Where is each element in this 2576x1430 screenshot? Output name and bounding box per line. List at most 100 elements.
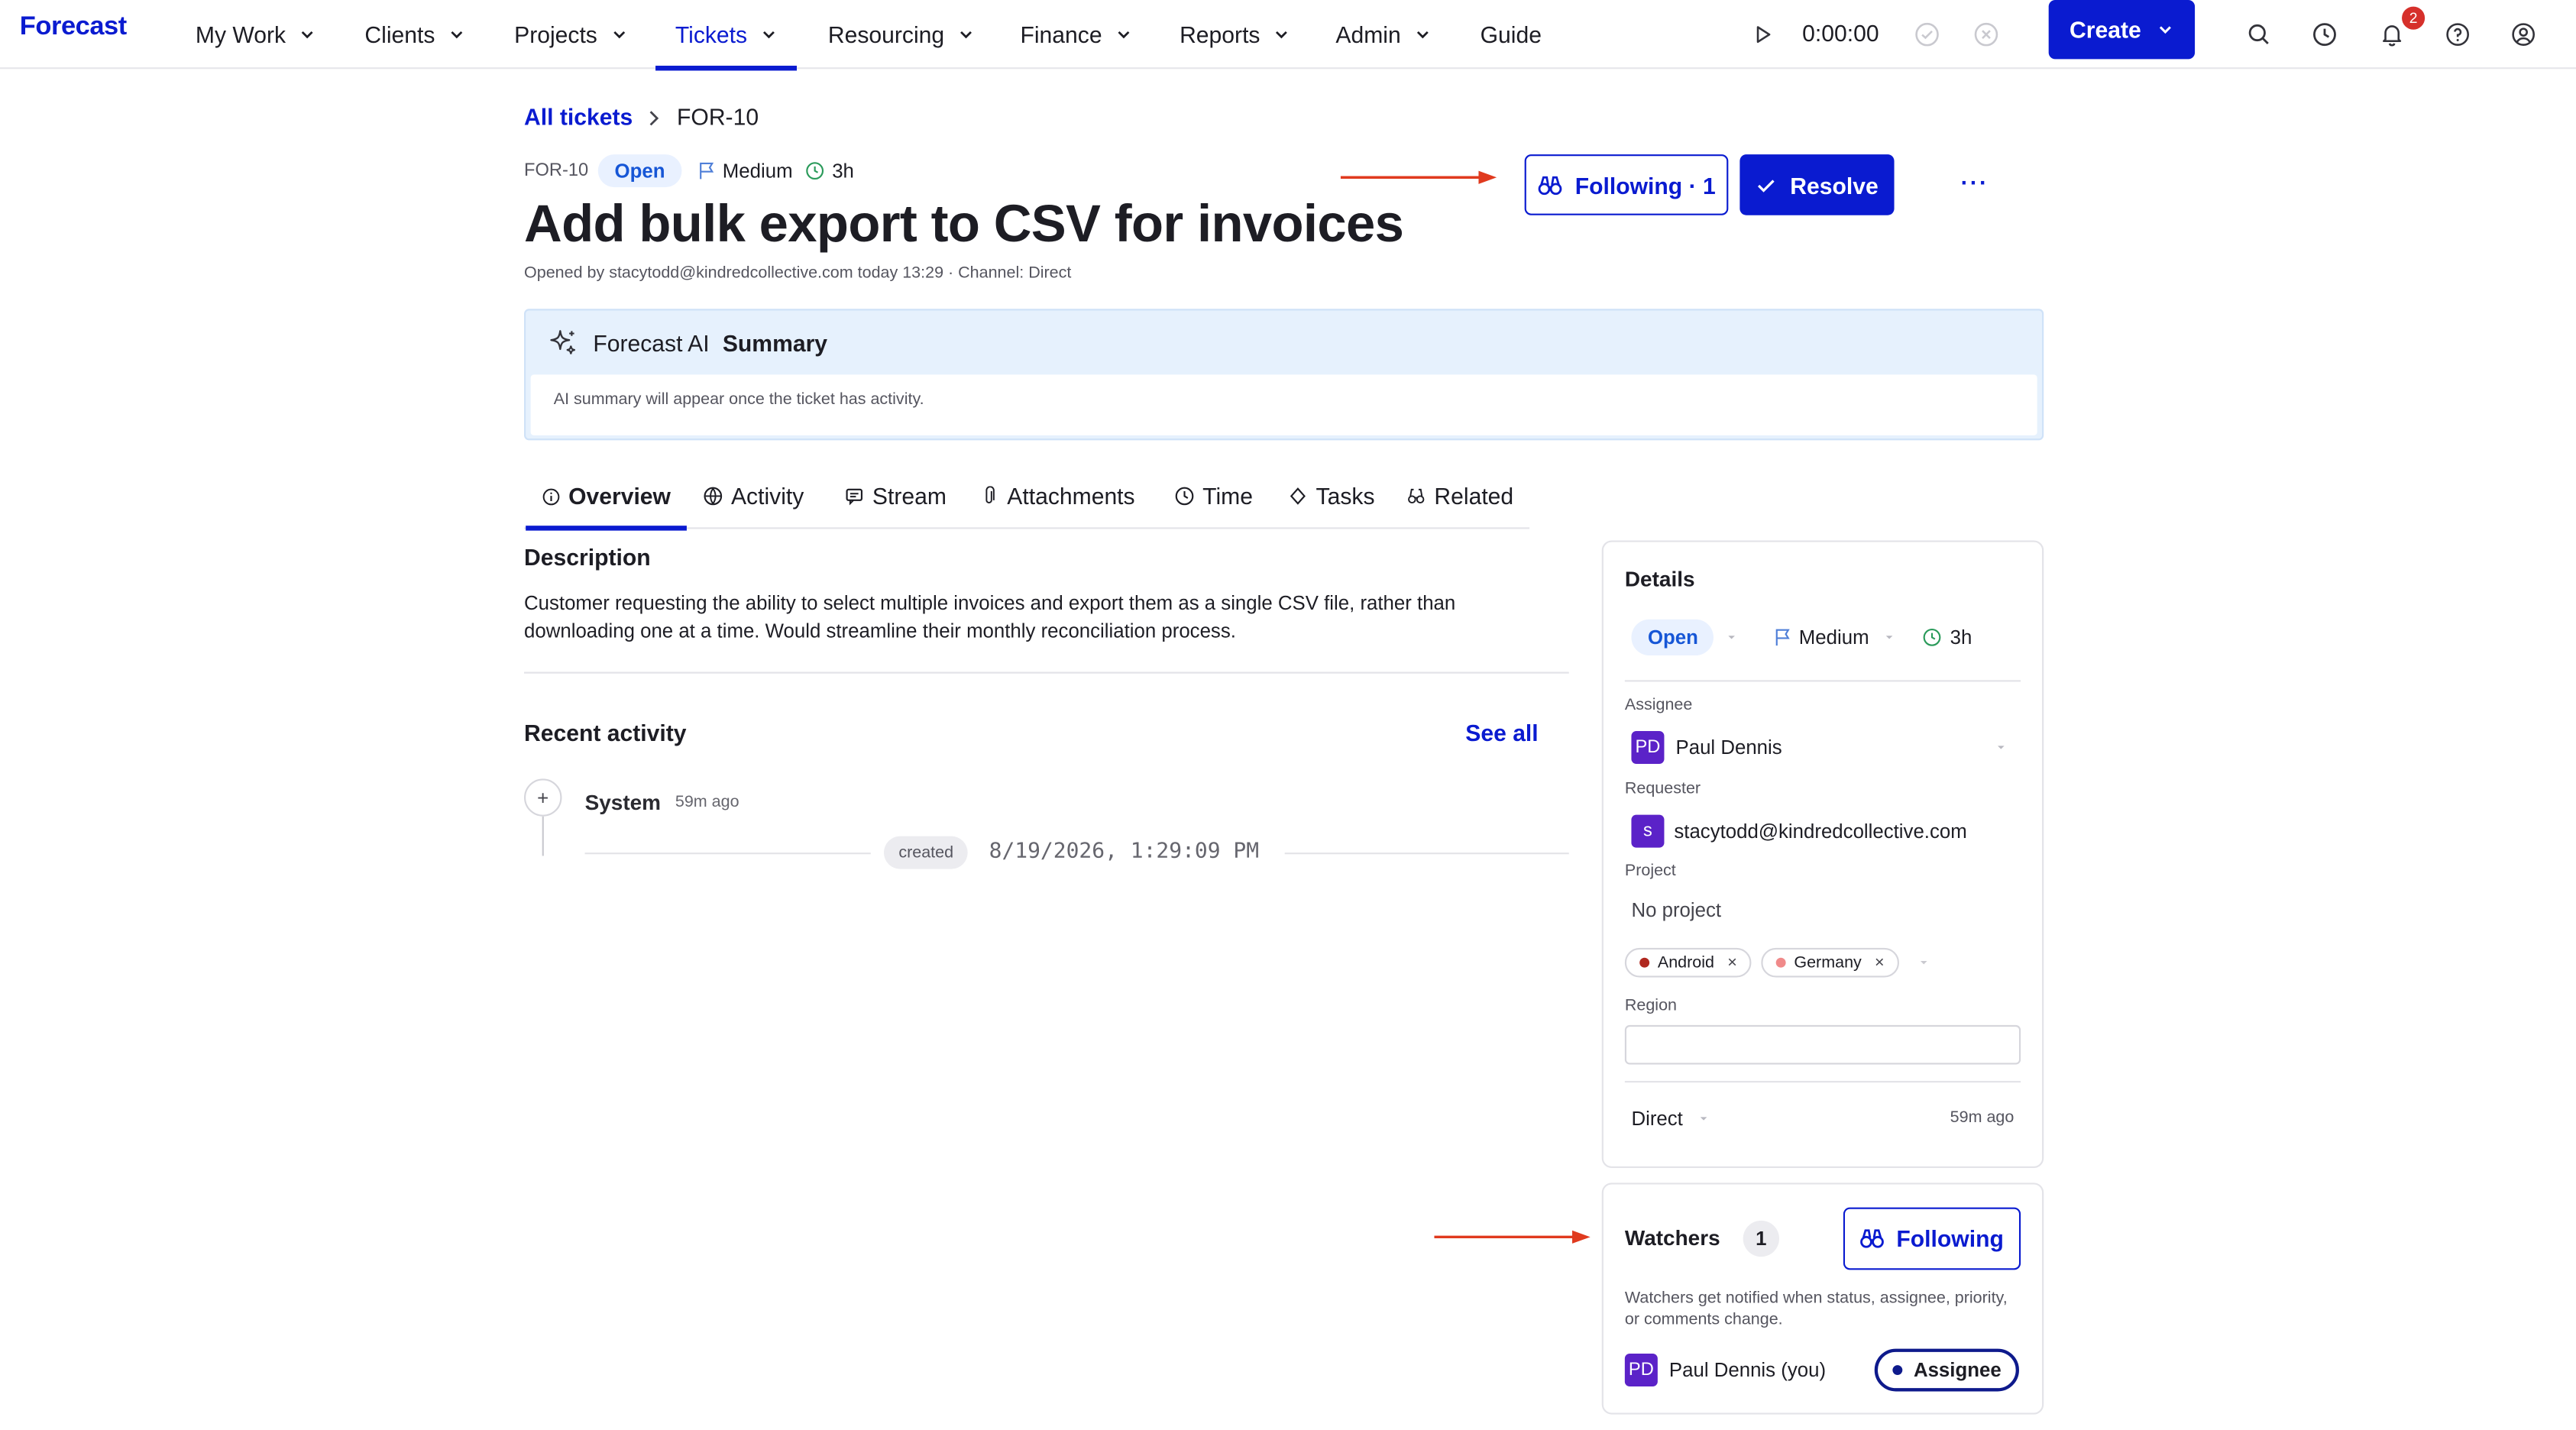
details-status-select[interactable]: Open	[1631, 619, 1714, 656]
nav-label: Clients	[364, 21, 435, 48]
avatar: PD	[1631, 730, 1665, 764]
timeline-divider	[584, 852, 871, 855]
avatar: PD	[1624, 1354, 1658, 1387]
requester-label: Requester	[1624, 780, 1701, 799]
tab-label: Activity	[730, 483, 804, 510]
remove-tag-icon[interactable]: ×	[1727, 953, 1737, 972]
binoculars-icon	[1860, 1229, 1885, 1248]
details-estimate[interactable]: 3h	[1950, 626, 1972, 649]
status-badge[interactable]: Open	[598, 154, 682, 188]
play-icon[interactable]	[1746, 18, 1779, 51]
stream-icon	[846, 488, 863, 506]
paperclip-icon	[985, 486, 995, 503]
nav-resourcing[interactable]: Resourcing	[828, 0, 974, 69]
tag-label: Germany	[1794, 953, 1862, 972]
search-icon[interactable]	[2242, 18, 2275, 51]
x-circle-icon[interactable]	[1969, 18, 2002, 51]
description-heading: Description	[524, 543, 651, 571]
priority-label[interactable]: Medium	[723, 160, 793, 183]
tab-label: Tasks	[1316, 483, 1375, 510]
watchers-count-badge: 1	[1743, 1220, 1780, 1257]
opened-by-text: Opened by stacytodd@kindredcollective.co…	[524, 264, 1072, 283]
tag-chip: Germany ×	[1761, 947, 1899, 978]
breadcrumb-all-tickets[interactable]: All tickets	[524, 103, 633, 129]
nav-label: Reports	[1180, 21, 1260, 48]
sparkle-icon	[550, 330, 575, 354]
tab-overview[interactable]: Overview	[526, 465, 688, 531]
expand-activity-button[interactable]: +	[524, 778, 562, 817]
ticket-id: FOR-10	[524, 160, 589, 181]
remove-tag-icon[interactable]: ×	[1875, 953, 1885, 972]
resolve-button[interactable]: Resolve	[1739, 154, 1895, 215]
nav-projects[interactable]: Projects	[514, 0, 626, 69]
project-select[interactable]: No project	[1631, 898, 1721, 921]
binoculars-icon	[1538, 175, 1561, 195]
divider	[1624, 680, 2021, 682]
chevron-down-icon	[1118, 31, 1129, 39]
tab-related[interactable]: Related	[1406, 465, 1513, 528]
nav-label: Guide	[1480, 21, 1542, 48]
ai-summary-header: Forecast AI Summary	[547, 327, 827, 360]
chevron-right-icon	[649, 111, 659, 126]
clock-icon	[807, 162, 825, 180]
chevron-down-icon	[613, 31, 625, 39]
caret-down-icon[interactable]	[1917, 956, 1930, 969]
chevron-down-icon	[1276, 31, 1287, 39]
user-circle-icon[interactable]	[2507, 18, 2540, 51]
channel-time-ago: 59m ago	[1950, 1108, 2015, 1128]
chevron-down-icon	[960, 31, 972, 39]
nav-clients[interactable]: Clients	[364, 0, 464, 69]
details-priority-select[interactable]: Medium	[1799, 626, 1869, 649]
assignee-label: Assignee	[1624, 696, 1693, 715]
assignee-name[interactable]: Paul Dennis	[1676, 736, 1782, 759]
nav-label: Resourcing	[827, 21, 945, 48]
help-icon[interactable]	[2442, 18, 2474, 51]
tab-tasks[interactable]: Tasks	[1288, 465, 1375, 528]
annotation-arrow	[1340, 170, 1497, 184]
watchers-following-button[interactable]: Following	[1843, 1207, 2021, 1270]
nav-admin[interactable]: Admin	[1335, 0, 1430, 69]
brand-logo[interactable]: Forecast	[20, 13, 127, 43]
clock-icon[interactable]	[2308, 18, 2341, 51]
check-circle-icon[interactable]	[1911, 18, 1943, 51]
app-root: Forecast My Work Clients Projects Ticket…	[0, 0, 2576, 1430]
timer-display: 0:00:00	[1802, 19, 1879, 47]
nav-tickets[interactable]: Tickets	[655, 0, 797, 71]
watcher-name: Paul Dennis (you)	[1668, 1358, 1827, 1382]
event-timestamp: 8/19/2026, 1:29:09 PM	[989, 839, 1260, 865]
ai-summary-panel: Forecast AI Summary AI summary will appe…	[524, 309, 2044, 441]
more-options-button[interactable]: ···	[1956, 164, 1992, 200]
role-label: Assignee	[1913, 1358, 2002, 1382]
tab-attachments[interactable]: Attachments	[982, 465, 1135, 528]
tab-stream[interactable]: Stream	[844, 465, 947, 528]
details-heading: Details	[1624, 566, 1695, 592]
tab-activity[interactable]: Activity	[703, 465, 804, 528]
region-label: Region	[1624, 997, 1678, 1016]
tag-color-dot	[1775, 957, 1786, 968]
divider	[524, 671, 1569, 674]
nav-label: Admin	[1335, 21, 1401, 48]
tab-time[interactable]: Time	[1175, 465, 1253, 528]
caret-down-icon[interactable]	[1995, 741, 2008, 754]
annotation-arrow	[1434, 1230, 1591, 1244]
following-button[interactable]: Following · 1	[1524, 154, 1729, 215]
nav-finance[interactable]: Finance	[1020, 0, 1131, 69]
check-icon	[1757, 179, 1774, 192]
info-icon	[542, 487, 560, 505]
ticket-tabs: Overview Activity Stream Attachments Tim…	[524, 465, 1530, 531]
tag-color-dot	[1639, 957, 1650, 968]
nav-label: Finance	[1020, 21, 1102, 48]
nav-my-work[interactable]: My Work	[196, 0, 316, 69]
nav-reports[interactable]: Reports	[1180, 0, 1290, 69]
caret-down-icon	[1728, 636, 1735, 639]
create-button[interactable]: Create	[2048, 0, 2196, 60]
channel-select[interactable]: Direct	[1631, 1107, 1682, 1130]
see-all-link[interactable]: See all	[1465, 720, 1538, 746]
region-input[interactable]	[1624, 1024, 2021, 1065]
watchers-note: Watchers get notified when status, assig…	[1624, 1289, 2008, 1329]
tag-label: Android	[1657, 953, 1714, 972]
notification-badge: 2	[2402, 6, 2426, 30]
estimate-label[interactable]: 3h	[832, 160, 854, 183]
chevron-down-icon	[450, 31, 462, 39]
nav-guide[interactable]: Guide	[1481, 0, 1542, 69]
